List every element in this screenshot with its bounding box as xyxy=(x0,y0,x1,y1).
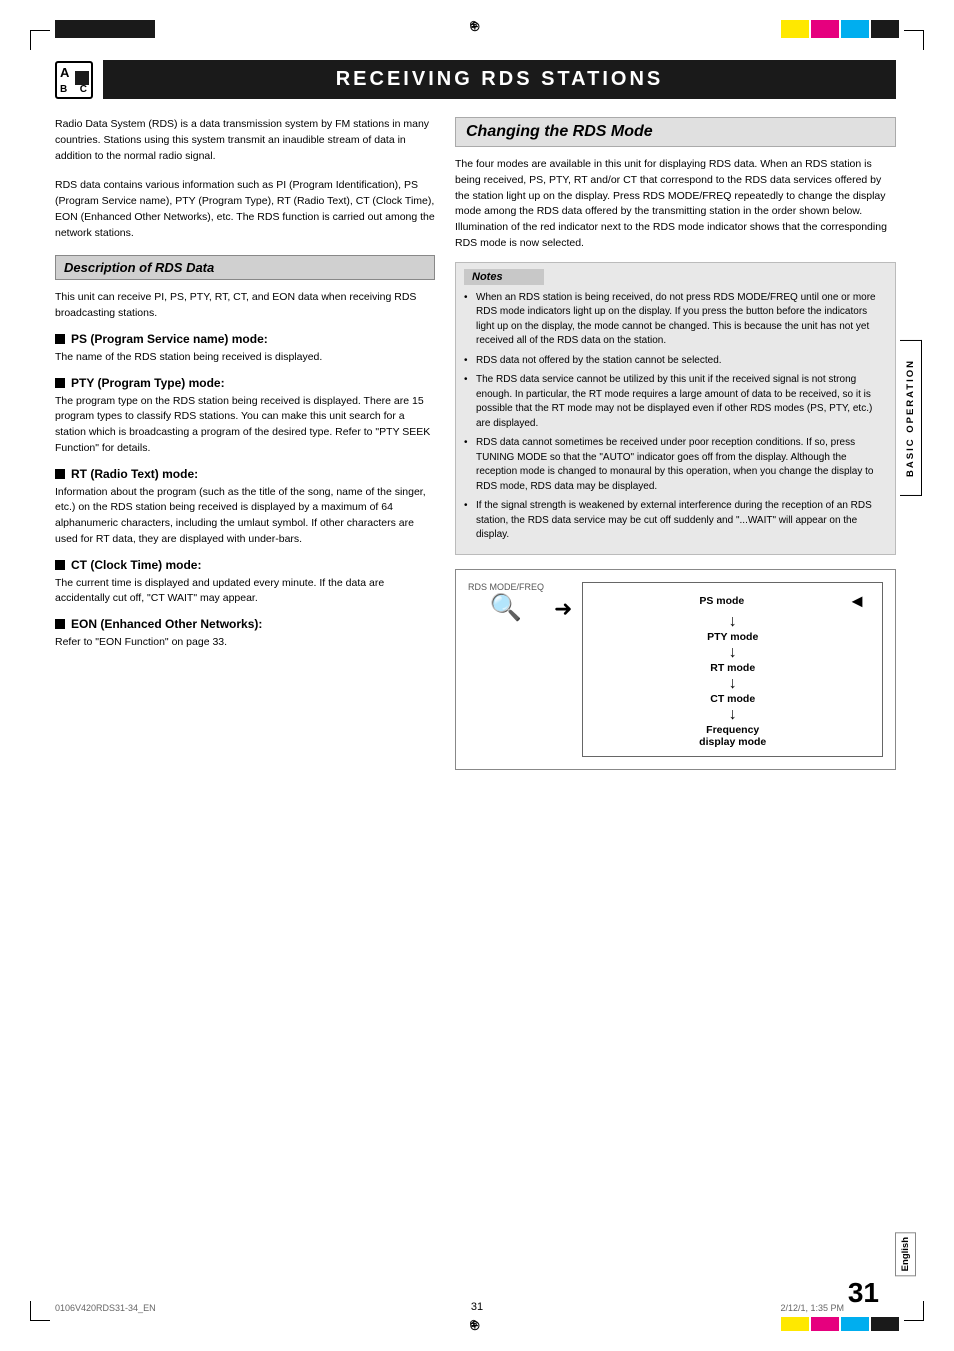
rds-mode-text: The four modes are available in this uni… xyxy=(455,157,896,252)
notes-header: Notes xyxy=(464,269,544,285)
right-arrow-icon: ➜ xyxy=(554,596,572,622)
col-left: Radio Data System (RDS) is a data transm… xyxy=(55,117,435,770)
eon-text: Refer to "EON Function" on page 33. xyxy=(55,635,435,651)
pty-mode-title: PTY (Program Type) mode: xyxy=(55,376,435,390)
down-arrow-3: ↓ xyxy=(599,674,866,693)
modes-box: PS mode ◄ ↓ PTY mode ↓ RT mode xyxy=(582,582,883,758)
color-magenta xyxy=(811,20,839,38)
english-label: English xyxy=(895,1232,916,1276)
black-bar-top xyxy=(55,20,155,38)
freq-mode-label: Frequency display mode xyxy=(699,724,766,748)
notes-container: Notes When an RDS station is being recei… xyxy=(455,262,896,555)
color-bar-top xyxy=(781,20,899,38)
pty-mode-row: PTY mode xyxy=(599,631,866,643)
bullet-rt xyxy=(55,469,65,479)
ps-arrow-left-icon: ◄ xyxy=(848,591,866,612)
description-intro: This unit can receive PI, PS, PTY, RT, C… xyxy=(55,290,435,322)
corner-mark-tr xyxy=(904,30,924,50)
note-item-5: If the signal strength is weakened by ex… xyxy=(464,499,887,543)
description-section: Description of RDS Data This unit can re… xyxy=(55,255,435,651)
color-cyan xyxy=(841,20,869,38)
bullet-ps xyxy=(55,334,65,344)
pty-mode-text: The program type on the RDS station bein… xyxy=(55,394,435,457)
color-black-b xyxy=(871,1317,899,1331)
eon-title: EON (Enhanced Other Networks): xyxy=(55,617,435,631)
down-arrow-2: ↓ xyxy=(599,643,866,662)
rt-mode-title: RT (Radio Text) mode: xyxy=(55,467,435,481)
color-magenta-b xyxy=(811,1317,839,1331)
note-item-4: RDS data cannot sometimes be received un… xyxy=(464,436,887,494)
two-col-layout: Radio Data System (RDS) is a data transm… xyxy=(55,117,896,770)
letter-c: C xyxy=(80,84,87,95)
pty-mode-label: PTY mode xyxy=(707,631,758,643)
note-item-3: The RDS data service cannot be utilized … xyxy=(464,373,887,431)
rds-mode-title: Changing the RDS Mode xyxy=(455,117,896,147)
rt-mode-row: RT mode xyxy=(599,662,866,674)
ct-mode-title: CT (Clock Time) mode: xyxy=(55,558,435,572)
icon-inner-box xyxy=(75,71,89,85)
note-item-2: RDS data not offered by the station cann… xyxy=(464,354,887,369)
ps-mode-label: PS mode xyxy=(599,595,844,607)
bullet-eon xyxy=(55,619,65,629)
diagram-icon-group: RDS MODE/FREQ 🔍 xyxy=(468,582,544,620)
col-right: Changing the RDS Mode The four modes are… xyxy=(455,117,896,770)
corner-mark-bl xyxy=(30,1301,50,1321)
corner-mark-tl xyxy=(30,30,50,50)
corner-mark-br xyxy=(904,1301,924,1321)
reg-mark-top: ⊕ xyxy=(469,18,485,34)
rds-mode-freq-label: RDS MODE/FREQ xyxy=(468,582,544,592)
footer-right: 2/12/1, 1:35 PM xyxy=(780,1303,844,1313)
ct-mode-label: CT mode xyxy=(710,693,755,705)
letter-a: A xyxy=(60,65,69,80)
ps-mode-row: PS mode ◄ xyxy=(599,591,866,612)
ps-mode-text: The name of the RDS station being receiv… xyxy=(55,350,435,366)
page-title: RECEIVING RDS STATIONS xyxy=(103,60,896,99)
description-header: Description of RDS Data xyxy=(55,255,435,280)
color-cyan-b xyxy=(841,1317,869,1331)
ct-mode-text: The current time is displayed and update… xyxy=(55,576,435,608)
down-arrow-4: ↓ xyxy=(599,705,866,724)
bullet-ct xyxy=(55,560,65,570)
intro-para-1: Radio Data System (RDS) is a data transm… xyxy=(55,117,435,164)
letter-b: B xyxy=(60,84,67,95)
sidebar-basic-operation: BASIC OPERATION xyxy=(900,340,922,496)
note-item-1: When an RDS station is being received, d… xyxy=(464,291,887,349)
down-arrow-1: ↓ xyxy=(599,612,866,631)
rt-mode-text: Information about the program (such as t… xyxy=(55,485,435,548)
abc-icon: A B C xyxy=(55,61,93,99)
freq-mode-row: Frequency display mode xyxy=(599,724,866,748)
reg-mark-bottom: ⊕ xyxy=(469,1317,485,1333)
rds-diagram: RDS MODE/FREQ 🔍 ➜ PS mode ◄ xyxy=(455,569,896,771)
color-black xyxy=(871,20,899,38)
footer-left: 0106V420RDS31-34_EN xyxy=(55,1303,156,1313)
color-bar-bottom xyxy=(781,1317,899,1331)
ps-mode-title: PS (Program Service name) mode: xyxy=(55,332,435,346)
intro-para-2: RDS data contains various information su… xyxy=(55,178,435,241)
diagram-top: RDS MODE/FREQ 🔍 ➜ PS mode ◄ xyxy=(468,582,883,758)
main-content: A B C RECEIVING RDS STATIONS Radio Data … xyxy=(55,60,896,1291)
title-row: A B C RECEIVING RDS STATIONS xyxy=(55,60,896,99)
bullet-pty xyxy=(55,378,65,388)
color-yellow xyxy=(781,20,809,38)
color-yellow-b xyxy=(781,1317,809,1331)
footer-center: 31 xyxy=(471,1301,483,1313)
magnifier-icon: 🔍 xyxy=(490,594,522,620)
ct-mode-row: CT mode xyxy=(599,693,866,705)
rt-mode-label: RT mode xyxy=(710,662,755,674)
